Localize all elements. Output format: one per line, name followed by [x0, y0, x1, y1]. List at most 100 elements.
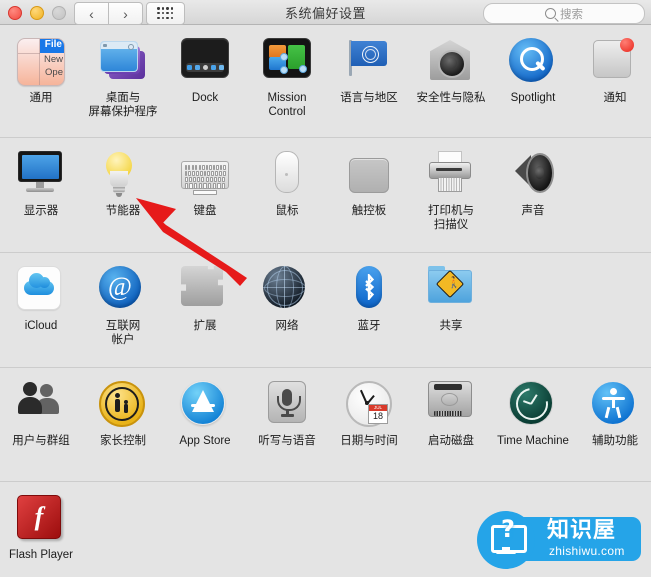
pref-label: 语言与地区 — [340, 92, 398, 104]
pref-label: Spotlight — [510, 92, 556, 104]
pref-icloud[interactable]: iCloud — [0, 253, 82, 367]
pref-language-region[interactable]: 语言与地区 — [328, 25, 410, 137]
pref-internet-accounts[interactable]: @ 互联网 帐户 — [82, 253, 164, 367]
pref-mission-control[interactable]: Mission Control — [246, 25, 328, 137]
pref-time-machine[interactable]: Time Machine — [492, 368, 574, 481]
pref-label: 互联网 帐户 — [105, 320, 141, 346]
pref-label: Flash Player — [9, 549, 73, 561]
search-icon — [545, 8, 556, 19]
printers-scanners-icon — [427, 151, 475, 199]
energy-saver-icon — [99, 151, 147, 199]
pref-bluetooth[interactable]: 蓝牙 — [328, 253, 410, 367]
language-region-icon — [345, 38, 393, 86]
startup-disk-icon — [427, 381, 475, 429]
notifications-icon — [591, 38, 639, 86]
at-glyph: @ — [108, 272, 132, 301]
pref-label: 打印机与 扫描仪 — [428, 205, 474, 231]
display-icon — [17, 151, 65, 199]
pref-label: 通知 — [603, 92, 627, 104]
pref-label: 安全性与隐私 — [416, 92, 486, 104]
pref-sound[interactable]: 声音 — [492, 138, 574, 252]
trackpad-icon — [345, 151, 393, 199]
system-preferences-window: ‹ › 系统偏好设置 搜索 File New Ope 通用 桌面与 屏幕保护程序… — [0, 0, 651, 577]
pref-printers-scanners[interactable]: 打印机与 扫描仪 — [410, 138, 492, 252]
desktop-screensaver-icon — [99, 38, 147, 86]
pref-label: 网络 — [275, 320, 299, 332]
pref-energy-saver[interactable]: 节能器 — [82, 138, 164, 252]
navigation-buttons: ‹ › — [74, 2, 143, 25]
preference-row-hardware: 显示器 节能器 键盘 鼠标 触控板 打印机与 扫描仪 声音 — [0, 138, 651, 253]
pref-label: 节能器 — [105, 205, 141, 217]
keyboard-icon — [181, 151, 229, 199]
pref-notifications[interactable]: 通知 — [574, 25, 651, 137]
show-all-button[interactable] — [146, 2, 185, 25]
pref-label: iCloud — [24, 320, 58, 332]
pref-displays[interactable]: 显示器 — [0, 138, 82, 252]
flash-glyph: f — [34, 502, 44, 531]
pref-desktop-screensaver[interactable]: 桌面与 屏幕保护程序 — [82, 25, 164, 137]
pref-network[interactable]: 网络 — [246, 253, 328, 367]
icloud-icon — [17, 266, 65, 314]
pref-label: Mission Control — [267, 92, 307, 118]
pref-extensions[interactable]: 扩展 — [164, 253, 246, 367]
security-privacy-icon — [427, 38, 475, 86]
pref-label: 触控板 — [351, 205, 387, 217]
pref-label: Dock — [191, 92, 219, 104]
preference-row-system: 用户与群组 家长控制 App Store 听写与语音 JUL 18 日期与时间 … — [0, 368, 651, 482]
pref-startup-disk[interactable]: 启动磁盘 — [410, 368, 492, 481]
pref-mouse[interactable]: 鼠标 — [246, 138, 328, 252]
pref-trackpad[interactable]: 触控板 — [328, 138, 410, 252]
general-icon: File New Ope — [17, 38, 65, 86]
mouse-icon — [263, 151, 311, 199]
internet-accounts-icon: @ — [99, 266, 147, 314]
pref-label: 启动磁盘 — [428, 435, 474, 447]
back-button[interactable]: ‹ — [74, 2, 109, 25]
pref-app-store[interactable]: App Store — [164, 368, 246, 481]
pref-security-privacy[interactable]: 安全性与隐私 — [410, 25, 492, 137]
spotlight-icon — [509, 38, 557, 86]
pref-dictation-speech[interactable]: 听写与语音 — [246, 368, 328, 481]
parental-controls-icon — [99, 381, 147, 429]
pref-label: 通用 — [29, 92, 53, 104]
grid-icon — [157, 7, 174, 19]
preferences-grid: File New Ope 通用 桌面与 屏幕保护程序 Dock Mission … — [0, 25, 651, 577]
pref-label: 用户与群组 — [12, 435, 70, 447]
traffic-light-group — [8, 6, 66, 20]
pref-general[interactable]: File New Ope 通用 — [0, 25, 82, 137]
pref-parental-controls[interactable]: 家长控制 — [82, 368, 164, 481]
pref-label: 家长控制 — [100, 435, 146, 447]
sound-icon — [509, 151, 557, 199]
sharing-icon: 🚶 — [427, 266, 475, 314]
pref-dock[interactable]: Dock — [164, 25, 246, 137]
window-titlebar: ‹ › 系统偏好设置 搜索 — [0, 0, 651, 25]
time-machine-icon — [509, 381, 557, 429]
preference-row-personal: File New Ope 通用 桌面与 屏幕保护程序 Dock Mission … — [0, 25, 651, 138]
pref-flash-player[interactable]: f Flash Player — [0, 482, 82, 577]
search-field[interactable]: 搜索 — [483, 3, 645, 24]
pref-date-time[interactable]: JUL 18 日期与时间 — [328, 368, 410, 481]
users-groups-icon — [17, 381, 65, 429]
pref-spotlight[interactable]: Spotlight — [492, 25, 574, 137]
pref-users-groups[interactable]: 用户与群组 — [0, 368, 82, 481]
forward-button[interactable]: › — [109, 2, 143, 25]
pref-label: App Store — [179, 435, 231, 447]
calendar-day: 18 — [372, 411, 383, 421]
network-icon — [263, 266, 311, 314]
pref-label: 蓝牙 — [357, 320, 381, 332]
pref-label: 鼠标 — [275, 205, 299, 217]
pref-label: Time Machine — [497, 435, 569, 447]
pref-label: 扩展 — [193, 320, 217, 332]
close-button[interactable] — [8, 6, 22, 20]
dictation-speech-icon — [263, 381, 311, 429]
date-time-icon: JUL 18 — [345, 381, 393, 429]
extensions-icon — [181, 266, 229, 314]
pref-accessibility[interactable]: 辅助功能 — [574, 368, 651, 481]
preference-row-internet: iCloud @ 互联网 帐户 扩展 网络 蓝牙 共享 — [0, 253, 651, 368]
bluetooth-icon — [345, 266, 393, 314]
pref-label: 日期与时间 — [340, 435, 398, 447]
pref-sharing[interactable]: 🚶 共享 — [410, 253, 492, 367]
zoom-button[interactable] — [52, 6, 66, 20]
minimize-button[interactable] — [30, 6, 44, 20]
pref-keyboard[interactable]: 键盘 — [164, 138, 246, 252]
pref-label: 共享 — [439, 320, 463, 332]
